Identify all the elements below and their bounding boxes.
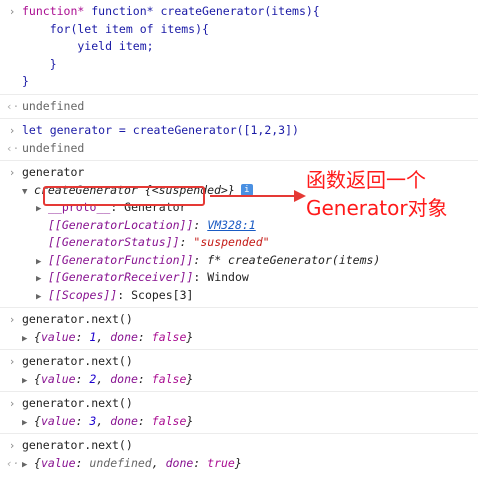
input-line[interactable]: for(let item of items){ [22, 21, 478, 39]
done-field: false [151, 329, 187, 344]
result-object[interactable]: ‹· ▶ {value: undefined, done: true} [6, 455, 478, 475]
input-line[interactable]: yield item; [22, 38, 478, 56]
value-field: undefined [89, 455, 152, 470]
prop-sep: : [117, 287, 132, 302]
object-prop[interactable]: ▶ [[Scopes]]: Scopes[3] [22, 287, 478, 305]
console-entry: › generator.next() ‹· ▶ {value: undefined, … [0, 434, 478, 475]
console-entry: › generator.next() ▶ {value: 1, done: fals… [0, 308, 478, 350]
code-text: generator [22, 165, 85, 179]
source-link[interactable]: VM328:1 [207, 218, 255, 232]
input-line[interactable]: } [22, 73, 478, 91]
chevron-right-icon: › [8, 124, 16, 137]
input-line[interactable]: › generator.next() [9, 353, 478, 371]
result-line: ‹· undefined [6, 140, 478, 158]
chevron-right-icon: › [8, 355, 16, 368]
chevron-right-icon: › [8, 313, 16, 326]
prop-key: [[GeneratorStatus]] [48, 235, 180, 249]
devtools-console: › function* function* createGenerator(ite… [0, 0, 478, 475]
triangle-right-icon[interactable]: ▶ [36, 289, 48, 307]
code-text: let generator = createGenerator([1,2,3]) [22, 123, 299, 137]
result-object[interactable]: ▶ {value: 1, done: false} [22, 329, 478, 347]
input-line[interactable]: › let generator = createGenerator([1,2,3]… [9, 122, 478, 140]
object-prop[interactable]: ▶ [[GeneratorReceiver]]: Window [22, 269, 478, 287]
console-entry: › generator.next() ▶ {value: 3, done: fals… [0, 392, 478, 434]
chevron-right-icon: › [8, 439, 16, 452]
triangle-right-icon[interactable]: ▶ [22, 457, 34, 475]
result-object[interactable]: ▶ {value: 3, done: false} [22, 413, 478, 431]
result-line: ‹· undefined [6, 98, 478, 116]
object-prop[interactable]: ▶ [[GeneratorFunction]]: f* createGenerat… [22, 252, 478, 270]
prop-key: [[GeneratorReceiver]] [48, 270, 194, 284]
annotation-line-1: 函数返回一个 [306, 168, 426, 192]
prop-value: "suspended" [193, 235, 270, 249]
input-line[interactable]: } [22, 56, 478, 74]
code-text: generator.next() [22, 354, 133, 368]
code-text: generator.next() [22, 438, 133, 452]
code-text: for(let item of items){ [22, 21, 209, 36]
console-entry: › function* function* createGenerator(ite… [0, 0, 478, 95]
annotation-label: 函数返回一个 Generator对象 [306, 166, 448, 222]
input-line[interactable]: › generator.next() [9, 437, 478, 455]
done-field: true [207, 455, 235, 470]
triangle-right-icon[interactable]: ▶ [22, 415, 34, 433]
console-result: ‹· undefined [0, 95, 478, 119]
object-prop: [[GeneratorStatus]]: "suspended" [22, 234, 478, 252]
done-field: false [151, 371, 187, 386]
input-line[interactable]: › generator.next() [9, 311, 478, 329]
highlight-box [43, 186, 205, 206]
return-arrow-icon: ‹· [6, 141, 20, 155]
chevron-right-icon: › [8, 397, 16, 410]
result-text: undefined [22, 140, 85, 155]
prop-sep: : [179, 235, 194, 249]
code-text: } [22, 56, 57, 71]
value-field: 2 [89, 371, 97, 386]
return-arrow-icon: ‹· [6, 99, 20, 113]
console-entry: › let generator = createGenerator([1,2,3]… [0, 119, 478, 161]
prop-sep: : [193, 217, 208, 232]
prop-sep: : [193, 252, 208, 267]
code-text: generator.next() [22, 396, 133, 410]
prop-key: [[GeneratorFunction]] [48, 252, 194, 267]
input-line[interactable]: › generator.next() [9, 395, 478, 413]
code-text: yield item; [22, 39, 154, 53]
console-entry: › generator.next() ▶ {value: 2, done: fals… [0, 350, 478, 392]
chevron-right-icon: › [8, 5, 16, 18]
result-text: undefined [22, 98, 85, 113]
code-text: } [22, 74, 29, 88]
prop-value: Window [207, 270, 249, 284]
triangle-right-icon[interactable]: ▶ [22, 373, 34, 391]
prop-value: Scopes[3] [131, 287, 194, 302]
prop-key: [[GeneratorLocation]] [48, 217, 194, 232]
value-field: 1 [89, 329, 97, 344]
result-object[interactable]: ▶ {value: 2, done: false} [22, 371, 478, 389]
prop-key: [[Scopes]] [48, 287, 118, 302]
triangle-right-icon[interactable]: ▶ [22, 331, 34, 349]
code-text: function* createGenerator(items){ [91, 4, 320, 18]
annotation-line-2: Generator对象 [306, 196, 448, 220]
input-line[interactable]: › function* function* createGenerator(ite… [9, 3, 478, 21]
code-text: generator.next() [22, 312, 133, 326]
prop-value: f* createGenerator(items) [207, 252, 381, 267]
arrow-icon [210, 190, 306, 202]
done-field: false [151, 413, 187, 428]
return-arrow-icon: ‹· [6, 456, 20, 470]
prop-sep: : [193, 270, 208, 284]
value-field: 3 [89, 413, 97, 428]
chevron-right-icon: › [8, 166, 16, 179]
